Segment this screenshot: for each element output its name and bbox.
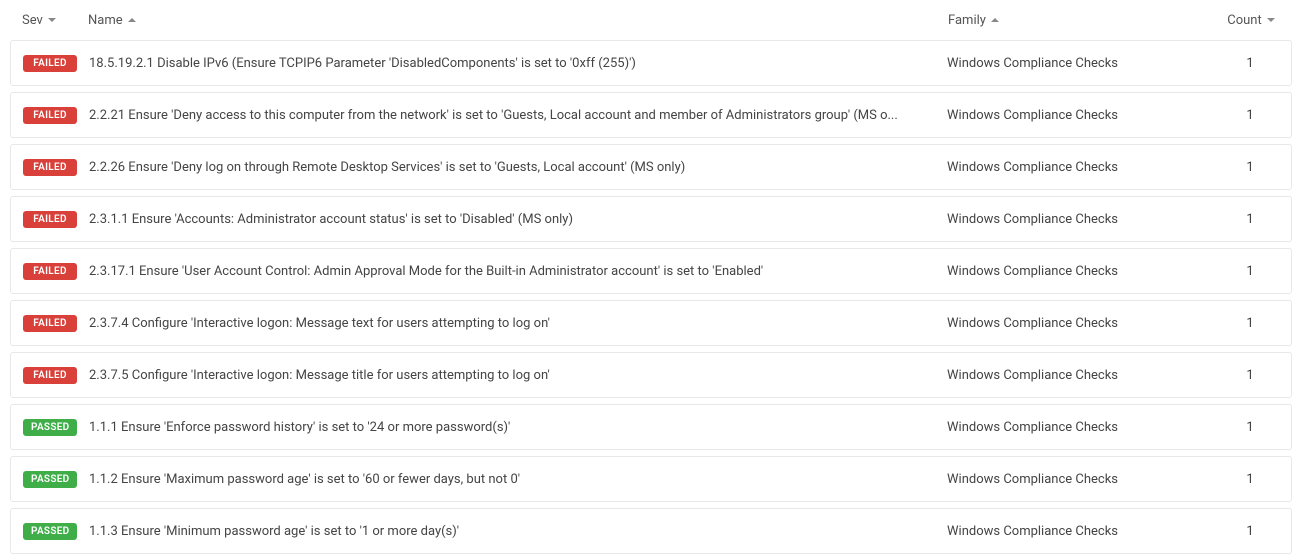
- status-badge: PASSED: [23, 523, 77, 540]
- table-row[interactable]: PASSED 1.1.3 Ensure 'Minimum password age…: [10, 508, 1292, 554]
- table-row[interactable]: FAILED 2.2.26 Ensure 'Deny log on through…: [10, 144, 1292, 190]
- table-row[interactable]: PASSED 1.1.2 Ensure 'Maximum password age…: [10, 456, 1292, 502]
- status-badge: FAILED: [23, 211, 77, 228]
- finding-family: Windows Compliance Checks: [947, 316, 1215, 331]
- status-badge: FAILED: [23, 315, 77, 332]
- finding-family: Windows Compliance Checks: [947, 368, 1215, 383]
- finding-count: 1: [1215, 472, 1285, 487]
- finding-family: Windows Compliance Checks: [947, 108, 1215, 123]
- finding-count: 1: [1215, 56, 1285, 71]
- finding-name: 2.2.26 Ensure 'Deny log on through Remot…: [89, 160, 931, 175]
- table-row[interactable]: FAILED 2.3.17.1 Ensure 'User Account Cont…: [10, 248, 1292, 294]
- sort-caret-down-icon: [1267, 18, 1275, 22]
- table-body: FAILED 18.5.19.2.1 Disable IPv6 (Ensure T…: [10, 40, 1292, 554]
- finding-count: 1: [1215, 316, 1285, 331]
- finding-name: 1.1.1 Ensure 'Enforce password history' …: [89, 420, 931, 435]
- status-badge: FAILED: [23, 263, 77, 280]
- finding-family: Windows Compliance Checks: [947, 56, 1215, 71]
- status-badge: PASSED: [23, 471, 77, 488]
- finding-name: 2.3.1.1 Ensure 'Accounts: Administrator …: [89, 212, 931, 227]
- column-header-sev-label: Sev: [22, 13, 43, 28]
- findings-table: Sev Name Family Count FAILED 18.5.19.2.1 …: [0, 0, 1302, 554]
- finding-family: Windows Compliance Checks: [947, 472, 1215, 487]
- finding-family: Windows Compliance Checks: [947, 524, 1215, 539]
- finding-name: 18.5.19.2.1 Disable IPv6 (Ensure TCPIP6 …: [89, 56, 931, 71]
- table-row[interactable]: FAILED 2.2.21 Ensure 'Deny access to this…: [10, 92, 1292, 138]
- finding-count: 1: [1215, 368, 1285, 383]
- column-header-family-label: Family: [948, 13, 986, 28]
- finding-family: Windows Compliance Checks: [947, 160, 1215, 175]
- finding-count: 1: [1215, 420, 1285, 435]
- column-header-name-label: Name: [88, 13, 123, 28]
- table-row[interactable]: FAILED 2.3.7.5 Configure 'Interactive log…: [10, 352, 1292, 398]
- finding-count: 1: [1215, 264, 1285, 279]
- sort-caret-down-icon: [48, 18, 56, 22]
- column-header-count-label: Count: [1227, 13, 1261, 28]
- table-row[interactable]: FAILED 2.3.7.4 Configure 'Interactive log…: [10, 300, 1292, 346]
- finding-name: 2.3.7.5 Configure 'Interactive logon: Me…: [89, 368, 931, 383]
- table-row[interactable]: PASSED 1.1.1 Ensure 'Enforce password his…: [10, 404, 1292, 450]
- table-row[interactable]: FAILED 18.5.19.2.1 Disable IPv6 (Ensure T…: [10, 40, 1292, 86]
- status-badge: FAILED: [23, 159, 77, 176]
- finding-family: Windows Compliance Checks: [947, 420, 1215, 435]
- status-badge: PASSED: [23, 419, 77, 436]
- finding-name: 2.2.21 Ensure 'Deny access to this compu…: [89, 108, 931, 123]
- status-badge: FAILED: [23, 107, 77, 124]
- finding-family: Windows Compliance Checks: [947, 264, 1215, 279]
- status-badge: FAILED: [23, 367, 77, 384]
- finding-name: 2.3.17.1 Ensure 'User Account Control: A…: [89, 264, 931, 279]
- column-header-name[interactable]: Name: [88, 13, 932, 28]
- sort-caret-up-icon: [128, 18, 136, 22]
- status-badge: FAILED: [23, 55, 77, 72]
- finding-family: Windows Compliance Checks: [947, 212, 1215, 227]
- finding-count: 1: [1215, 524, 1285, 539]
- finding-name: 2.3.7.4 Configure 'Interactive logon: Me…: [89, 316, 931, 331]
- finding-count: 1: [1215, 212, 1285, 227]
- finding-name: 1.1.2 Ensure 'Maximum password age' is s…: [89, 472, 931, 487]
- column-header-family[interactable]: Family: [948, 13, 1216, 28]
- finding-count: 1: [1215, 160, 1285, 175]
- table-header-row: Sev Name Family Count: [10, 0, 1292, 40]
- column-header-count[interactable]: Count: [1216, 13, 1286, 28]
- finding-count: 1: [1215, 108, 1285, 123]
- finding-name: 1.1.3 Ensure 'Minimum password age' is s…: [89, 524, 931, 539]
- sort-caret-up-icon: [991, 18, 999, 22]
- table-row[interactable]: FAILED 2.3.1.1 Ensure 'Accounts: Administ…: [10, 196, 1292, 242]
- column-header-sev[interactable]: Sev: [22, 13, 88, 28]
